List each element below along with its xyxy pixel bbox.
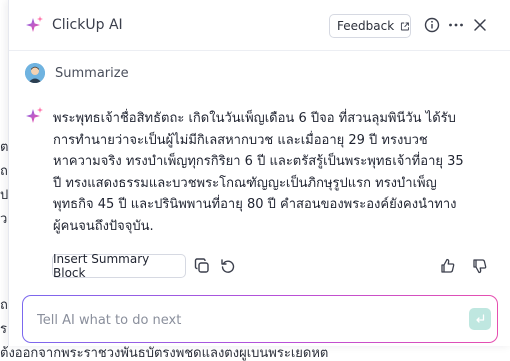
- response-line: พระพุทธเจ้าชื่อสิทธัตถะ เกิดในวันเพ็ญเดื…: [53, 111, 456, 126]
- user-prompt: Summarize: [25, 62, 129, 84]
- info-icon[interactable]: [423, 16, 441, 34]
- feedback-button[interactable]: Feedback: [329, 14, 411, 38]
- feedback-label: Feedback: [337, 19, 395, 33]
- background-document-line: ต้งออกจากพระราชวงพันธบัตรงพชดแลงตงผูเบนพ…: [0, 346, 329, 361]
- ai-sparkle-icon: [26, 16, 43, 32]
- close-icon[interactable]: [471, 16, 489, 34]
- external-link-icon: [401, 22, 410, 30]
- panel-title: ClickUp AI: [52, 17, 123, 33]
- ai-panel: ClickUp AI Feedback Summarize พระพุทธเจ้…: [8, 0, 510, 346]
- copy-icon[interactable]: [193, 257, 211, 275]
- panel-header: ClickUp AI Feedback: [9, 0, 510, 51]
- ai-response-text: พระพุทธเจ้าชื่อสิทธัตถะ เกิดในวันเพ็ญเดื…: [53, 108, 493, 237]
- response-line: การทำนายว่าจะเป็นผู้ไม่มีกิเลสหากบวช และ…: [53, 132, 428, 148]
- prompt-label: Summarize: [55, 65, 129, 81]
- thumbs-up-icon[interactable]: [439, 257, 457, 275]
- ai-prompt-input-box: [22, 295, 498, 343]
- response-line: พุทธกิจ 45 ปี และปรินิพพานที่อายุ 80 ปี …: [53, 197, 457, 212]
- response-line: หาความจริง ทรงบำเพ็ญทุกรกิริยา 6 ปี และต…: [53, 154, 464, 169]
- enter-icon: [476, 314, 485, 323]
- response-line: ผู้คนจนถึงปัจจุบัน.: [53, 218, 154, 234]
- ai-prompt-input[interactable]: [35, 308, 439, 332]
- regenerate-icon[interactable]: [219, 257, 237, 275]
- response-line: ปี ทรงแสดงธรรมและบวชพระโกณฑัญญะเป็นภิกษุ…: [53, 175, 437, 191]
- ai-sparkle-icon: [26, 107, 43, 123]
- insert-summary-block-button[interactable]: Insert Summary Block: [52, 252, 186, 280]
- send-button[interactable]: [469, 308, 491, 330]
- background-document-fragment: ถร: [0, 298, 8, 337]
- more-options-icon[interactable]: [447, 16, 465, 34]
- thumbs-down-icon[interactable]: [471, 257, 489, 275]
- avatar: [25, 63, 45, 83]
